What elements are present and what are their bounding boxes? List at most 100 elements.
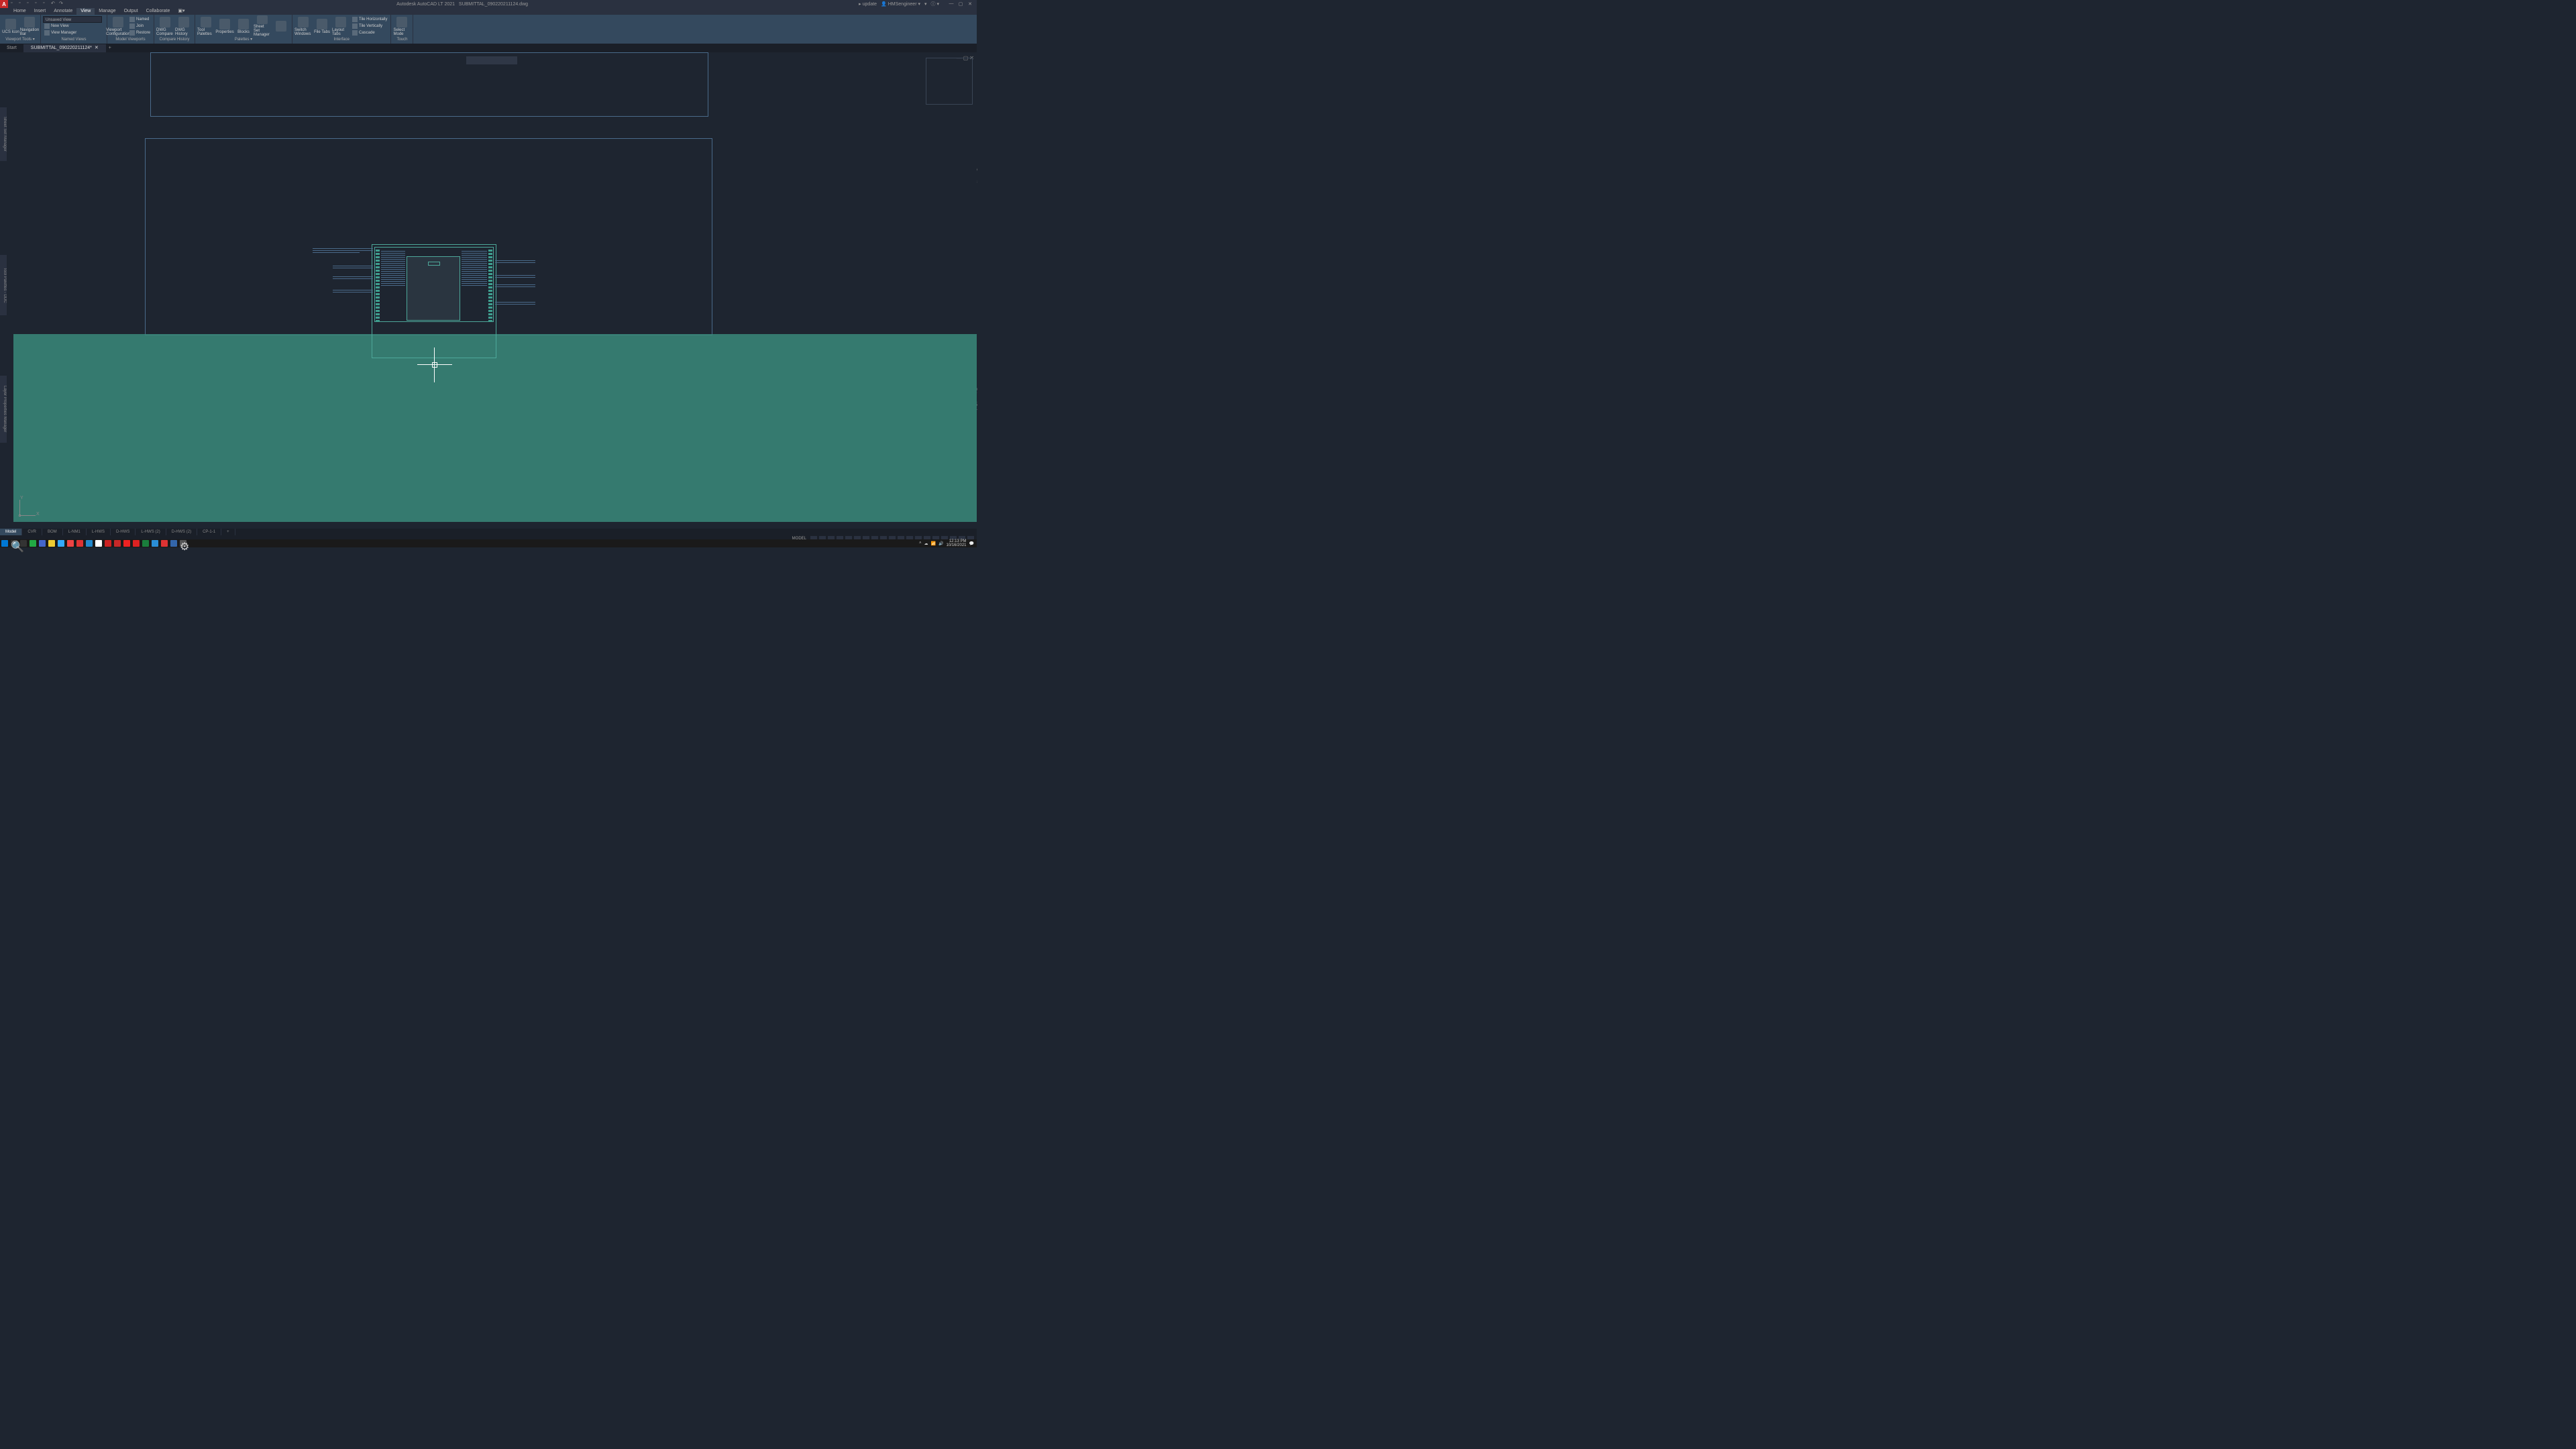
menu-collaborate[interactable]: Collaborate bbox=[142, 8, 174, 15]
terminal-strip-left bbox=[376, 248, 380, 322]
file-tabs-button[interactable]: File Tabs bbox=[313, 15, 331, 37]
view-manager-button[interactable]: View Manager bbox=[43, 30, 105, 36]
navigation-bar-button[interactable]: Navigation Bar bbox=[21, 15, 38, 37]
ucs-icon-button[interactable]: UCS Icon bbox=[2, 15, 19, 37]
tb-app-12[interactable] bbox=[150, 539, 160, 547]
wire-bundle-ext-4 bbox=[333, 290, 373, 294]
qat-plot-icon[interactable]: ▫ bbox=[43, 1, 50, 7]
menu-annotate[interactable]: Annotate bbox=[50, 8, 76, 15]
layout-bom[interactable]: BOM bbox=[42, 529, 63, 535]
layout-lhws2[interactable]: L-HWS (2) bbox=[136, 529, 166, 535]
properties-button[interactable]: Properties bbox=[216, 15, 233, 37]
tb-settings-icon[interactable]: ⚙ bbox=[178, 539, 188, 547]
layer-properties-panel[interactable]: Layer Properties Manager bbox=[0, 376, 7, 443]
layout-cp11[interactable]: CP-1-1 bbox=[197, 529, 221, 535]
search-icon[interactable]: 🔍 bbox=[9, 539, 19, 547]
group-viewport-tools[interactable]: Viewport Tools ▾ bbox=[2, 37, 38, 43]
menu-express[interactable]: ▣▾ bbox=[174, 8, 189, 15]
file-tab[interactable]: SUBMITTAL_090220211124*✕ bbox=[24, 44, 106, 52]
menu-insert[interactable]: Insert bbox=[30, 8, 50, 15]
layout-dhws2[interactable]: D-HWS (2) bbox=[166, 529, 197, 535]
tb-app-5[interactable] bbox=[66, 539, 75, 547]
group-palettes[interactable]: Palettes ▾ bbox=[197, 37, 290, 43]
tray-network-icon[interactable]: 📶 bbox=[931, 541, 936, 546]
tb-pdf-icon[interactable] bbox=[160, 539, 169, 547]
dwg-compare-button[interactable]: DWG Compare bbox=[156, 15, 174, 37]
layout-lhws[interactable]: L-HWS bbox=[87, 529, 111, 535]
search-box[interactable]: ▸ update bbox=[859, 1, 877, 7]
qat-undo-icon[interactable]: ↶ bbox=[51, 1, 58, 7]
viewport-config-button[interactable]: Viewport Configuration bbox=[109, 15, 127, 37]
qat-save-icon[interactable]: ▫ bbox=[27, 1, 34, 7]
tool-palettes-panel[interactable]: Tool Palettes - DDC bbox=[0, 255, 7, 315]
qat-open-icon[interactable]: ▫ bbox=[19, 1, 25, 7]
switch-windows-button[interactable]: Switch Windows bbox=[294, 15, 312, 37]
tb-app-4[interactable] bbox=[56, 539, 66, 547]
minimize-button[interactable]: — bbox=[947, 1, 955, 7]
layout-cvr[interactable]: CVR bbox=[22, 529, 42, 535]
new-view-button[interactable]: New View bbox=[43, 23, 105, 30]
info-icon[interactable]: ⓘ ▾ bbox=[931, 1, 939, 7]
close-button[interactable]: ✕ bbox=[966, 1, 974, 7]
tb-autocad-icon[interactable] bbox=[113, 539, 122, 547]
drawing-canvas[interactable]: — ▢ ✕ bbox=[7, 52, 977, 525]
tb-app-9[interactable] bbox=[103, 539, 113, 547]
menu-output[interactable]: Output bbox=[120, 8, 142, 15]
restore-button[interactable]: Restore bbox=[128, 30, 152, 36]
tray-cloud-icon[interactable]: ☁ bbox=[924, 541, 928, 546]
named-button[interactable]: Named bbox=[128, 16, 152, 23]
tool-palettes-button[interactable]: Tool Palettes bbox=[197, 15, 215, 37]
wire-bundle-ext-r1 bbox=[495, 260, 535, 264]
tile-horizontal-button[interactable]: Tile Horizontally bbox=[351, 16, 388, 23]
palette-more-button[interactable] bbox=[272, 15, 290, 37]
blocks-button[interactable]: Blocks bbox=[235, 15, 252, 37]
maximize-button[interactable]: ▢ bbox=[957, 1, 965, 7]
qat-saveas-icon[interactable]: ▫ bbox=[35, 1, 42, 7]
cascade-button[interactable]: Cascade bbox=[351, 30, 388, 36]
qat-new-icon[interactable]: ▫ bbox=[11, 1, 17, 7]
start-button[interactable] bbox=[0, 539, 9, 547]
new-tab-button[interactable]: + bbox=[106, 44, 114, 52]
layout-model[interactable]: Model bbox=[0, 529, 22, 535]
menu-view[interactable]: View bbox=[76, 8, 95, 15]
tray-up-icon[interactable]: ˄ bbox=[919, 541, 922, 545]
sheet-set-manager-button[interactable]: Sheet Set Manager bbox=[254, 15, 271, 37]
layout-add[interactable]: + bbox=[221, 529, 235, 535]
layout-lnm1[interactable]: L-NM1 bbox=[63, 529, 87, 535]
navigation-cube[interactable] bbox=[926, 58, 973, 105]
tile-vertical-button[interactable]: Tile Vertically bbox=[351, 23, 388, 30]
app-logo[interactable]: A bbox=[0, 0, 8, 8]
taskview-icon[interactable] bbox=[19, 539, 28, 547]
tb-app-7[interactable] bbox=[85, 539, 94, 547]
clock-date[interactable]: 10/16/2021 bbox=[946, 543, 966, 547]
join-button[interactable]: Join bbox=[128, 23, 152, 30]
dwg-history-button[interactable]: DWG History bbox=[175, 15, 193, 37]
crosshair-cursor bbox=[431, 361, 439, 369]
tb-app-11[interactable] bbox=[131, 539, 141, 547]
ribbon: UCS Icon Navigation Bar Viewport Tools ▾… bbox=[0, 15, 977, 44]
layout-tabs-button[interactable]: Layout Tabs bbox=[332, 15, 350, 37]
menu-manage[interactable]: Manage bbox=[95, 8, 119, 15]
tb-app-10[interactable] bbox=[122, 539, 131, 547]
user-badge[interactable]: 👤 HMSengineer ▾ bbox=[881, 1, 920, 7]
start-tab[interactable]: Start bbox=[0, 44, 24, 52]
tb-app-13[interactable] bbox=[169, 539, 178, 547]
tb-app-1[interactable] bbox=[28, 539, 38, 547]
menu-home[interactable]: Home bbox=[9, 8, 30, 15]
tb-app-2[interactable] bbox=[38, 539, 47, 547]
tb-app-3[interactable] bbox=[47, 539, 56, 547]
tb-app-8[interactable] bbox=[94, 539, 103, 547]
select-mode-button[interactable]: Select Mode bbox=[393, 15, 411, 37]
close-tab-icon[interactable]: ✕ bbox=[95, 44, 99, 52]
layout-dhws[interactable]: D-HWS bbox=[111, 529, 136, 535]
tb-excel-icon[interactable] bbox=[141, 539, 150, 547]
tb-app-6[interactable] bbox=[75, 539, 85, 547]
qat-redo-icon[interactable]: ↷ bbox=[59, 1, 66, 7]
view-dropdown[interactable]: Unsaved View bbox=[43, 16, 102, 23]
tray-volume-icon[interactable]: 🔊 bbox=[938, 541, 943, 546]
notifications-icon[interactable]: 💬 bbox=[969, 541, 974, 546]
wire-bundle-int-l bbox=[381, 251, 405, 287]
wire-bundle-ext-3 bbox=[333, 276, 373, 280]
sheet-set-manager-panel[interactable]: Sheet Set Manager bbox=[0, 107, 7, 161]
help-icon[interactable]: ▾ bbox=[924, 1, 927, 7]
